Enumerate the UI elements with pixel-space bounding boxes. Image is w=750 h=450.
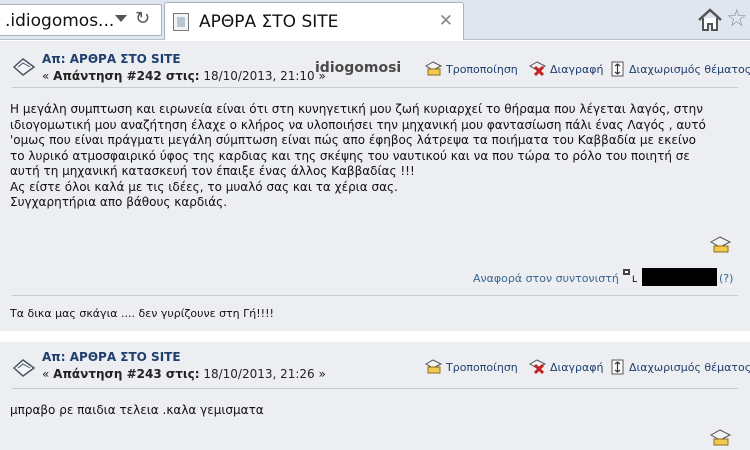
forum-post: Απ: ΑΡΘΡΑ ΣΤΟ SITE « Απάντηση #242 στις:… bbox=[0, 41, 750, 331]
post-text-line: αυτή τη μηχανική κατασκευή τον έπαιξε έν… bbox=[10, 164, 415, 178]
edit-button[interactable]: Τροποποίηση bbox=[425, 61, 518, 77]
post-text-line: Συγχαρητήρια απο βάθους καρδιάς. bbox=[10, 195, 228, 209]
edit-icon bbox=[425, 359, 443, 374]
home-icon[interactable] bbox=[696, 6, 724, 34]
delete-button[interactable]: Διαγραφή bbox=[529, 61, 603, 77]
address-bar[interactable]: .idiogomos... ↻ bbox=[0, 4, 162, 36]
post-title[interactable]: Απ: ΑΡΘΡΑ ΣΤΟ SITE bbox=[42, 350, 181, 364]
browser-toolbar: .idiogomos... ↻ ΑΡΘΡΑ ΣΤΟ SITE ✕ ☆ bbox=[0, 0, 750, 40]
reply-number: Απάντηση #242 στις: bbox=[53, 69, 200, 83]
quote-icon[interactable] bbox=[710, 236, 732, 254]
post-meta-prefix: « bbox=[42, 367, 54, 381]
edit-label[interactable]: Τροποποίηση bbox=[446, 63, 518, 76]
split-icon bbox=[611, 359, 624, 375]
address-dropdown-icon[interactable] bbox=[115, 15, 127, 22]
split-icon bbox=[611, 61, 624, 77]
delete-label[interactable]: Διαγραφή bbox=[550, 63, 603, 76]
post-icon bbox=[12, 359, 36, 377]
post-date: 18/10/2013, 21:26 » bbox=[199, 367, 326, 381]
edit-label[interactable]: Τροποποίηση bbox=[446, 361, 518, 374]
signature-divider bbox=[12, 295, 738, 296]
quote-icon[interactable] bbox=[710, 429, 732, 447]
address-bar-text[interactable]: .idiogomos... bbox=[5, 11, 114, 31]
post-divider bbox=[12, 388, 738, 389]
split-label[interactable]: Διαχωρισμός θέματος bbox=[629, 63, 750, 76]
ip-icon: L bbox=[623, 269, 637, 284]
delete-button[interactable]: Διαγραφή bbox=[529, 359, 603, 375]
tab-close-icon[interactable]: ✕ bbox=[439, 11, 453, 31]
post-title[interactable]: Απ: ΑΡΘΡΑ ΣΤΟ SITE bbox=[42, 52, 181, 66]
post-divider bbox=[12, 87, 738, 88]
delete-label[interactable]: Διαγραφή bbox=[550, 361, 603, 374]
post-body: μπραβο ρε παιδια τελεια .καλα γεμισματα bbox=[10, 403, 740, 419]
post-text-line: Η μεγάλη συμπτωση και ειρωνεία είναι ότι… bbox=[10, 102, 703, 116]
page-favicon-icon bbox=[173, 13, 189, 31]
post-date: 18/10/2013, 21:10 » bbox=[199, 69, 326, 83]
tab-title[interactable]: ΑΡΘΡΑ ΣΤΟ SITE bbox=[199, 12, 338, 32]
forum-post: Απ: ΑΡΘΡΑ ΣΤΟ SITE « Απάντηση #243 στις:… bbox=[0, 342, 750, 450]
bookmark-star-icon[interactable]: ☆ bbox=[726, 4, 748, 32]
tab-articles[interactable]: ΑΡΘΡΑ ΣΤΟ SITE ✕ bbox=[164, 2, 464, 40]
edit-icon bbox=[425, 61, 443, 76]
post-meta: « Απάντηση #242 στις: 18/10/2013, 21:10 … bbox=[42, 69, 326, 83]
delete-icon bbox=[529, 61, 547, 77]
report-to-moderator-link[interactable]: Αναφορά στον συντονιστή bbox=[473, 272, 619, 285]
split-topic-button[interactable]: Διαχωρισμός θέματος bbox=[610, 359, 750, 375]
edit-button[interactable]: Τροποποίηση bbox=[425, 359, 518, 375]
split-label[interactable]: Διαχωρισμός θέματος bbox=[629, 361, 750, 374]
delete-icon bbox=[529, 359, 547, 375]
post-text-line: ιδιογομωτική μου αναζήτηση έλαχε ο κλήρο… bbox=[10, 117, 706, 132]
reply-number: Απάντηση #243 στις: bbox=[53, 367, 200, 381]
refresh-icon[interactable]: ↻ bbox=[135, 9, 150, 29]
ip-icon-text: L bbox=[632, 275, 637, 284]
ip-help-link[interactable]: (?) bbox=[719, 272, 733, 285]
post-meta: « Απάντηση #243 στις: 18/10/2013, 21:26 … bbox=[42, 367, 326, 381]
ip-address-redacted bbox=[642, 268, 717, 286]
post-body: Η μεγάλη συμπτωση και ειρωνεία είναι ότι… bbox=[10, 102, 740, 211]
user-signature: Τα δικα μας σκάγια .... δεν γυρίζουνε στ… bbox=[10, 307, 274, 320]
split-topic-button[interactable]: Διαχωρισμός θέματος bbox=[610, 61, 750, 77]
post-meta-prefix: « bbox=[42, 69, 54, 83]
post-icon bbox=[12, 58, 36, 76]
post-author[interactable]: idiogomosi bbox=[315, 60, 401, 76]
post-text-line: Ας είστε όλοι καλά με τις ιδέες, το μυαλ… bbox=[10, 179, 398, 194]
post-actions: Τροποποίηση Διαγραφή Διαχωρισμός θέματος bbox=[425, 359, 750, 379]
post-actions: Τροποποίηση Διαγραφή Διαχωρισμός θέματος bbox=[425, 61, 750, 81]
post-text-line: 'ομως που είναι πράγματι μεγάλη σύμπτωση… bbox=[10, 133, 696, 147]
post-text-line: το λυρικό ατμοσφαιρικό ύφος της καρδιας … bbox=[10, 148, 690, 163]
forum-page: Απ: ΑΡΘΡΑ ΣΤΟ SITE « Απάντηση #242 στις:… bbox=[0, 41, 750, 450]
post-text-line: μπραβο ρε παιδια τελεια .καλα γεμισματα bbox=[10, 403, 264, 417]
